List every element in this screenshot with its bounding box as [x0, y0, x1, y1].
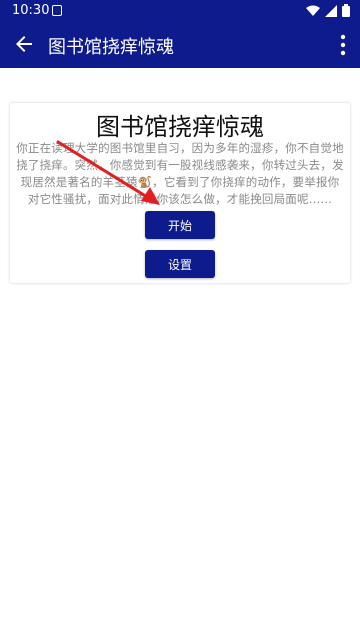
signal-icon: [325, 4, 337, 17]
story-text: 你正在读理大学的图书馆里自习，因为多年的湿疹，你不自觉地挠了挠痒。突然，你感觉到…: [16, 141, 344, 206]
settings-button[interactable]: 设置: [145, 250, 215, 278]
status-time: 10:30: [12, 3, 50, 18]
notification-a-icon: [52, 5, 62, 16]
app-bar-title: 图书馆挠痒惊魂: [48, 37, 174, 58]
status-bar: 10:30: [0, 0, 360, 22]
back-arrow-icon[interactable]: [12, 32, 36, 56]
game-card: 图书馆挠痒惊魂 你正在读理大学的图书馆里自习，因为多年的湿疹，你不自觉地挠了挠痒…: [10, 103, 350, 283]
battery-icon: [342, 4, 350, 17]
status-icons: [306, 4, 350, 17]
more-vert-icon[interactable]: [340, 34, 346, 56]
start-button[interactable]: 开始: [145, 211, 215, 239]
game-title: 图书馆挠痒惊魂: [96, 113, 264, 141]
wifi-icon: [306, 5, 320, 16]
annotation-arrow: [56, 140, 160, 205]
app-bar: 图书馆挠痒惊魂: [0, 22, 360, 68]
